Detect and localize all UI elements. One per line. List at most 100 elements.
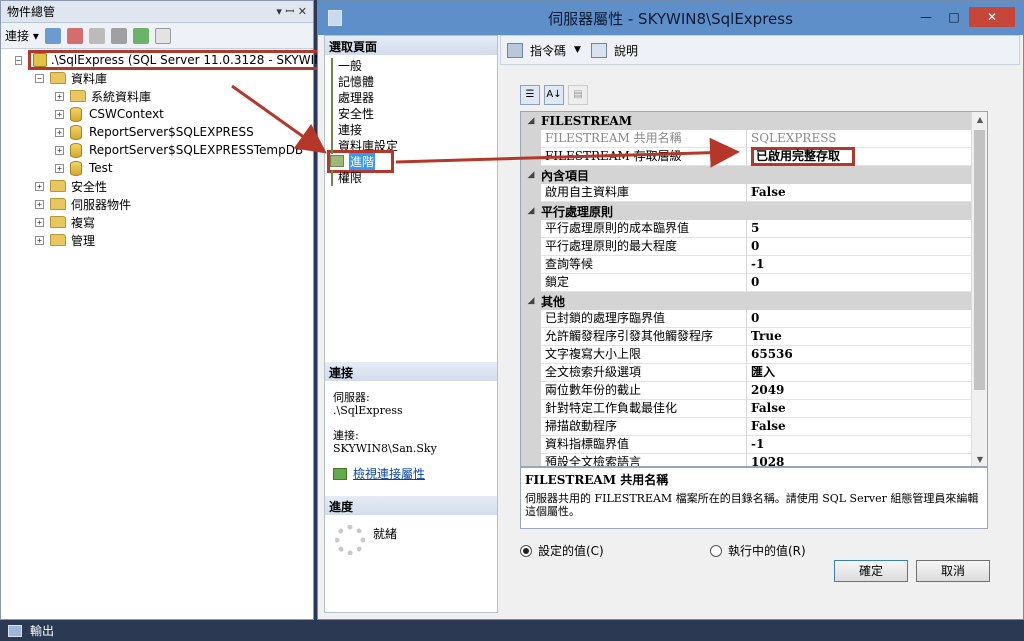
stop-icon[interactable] xyxy=(88,27,105,44)
categorized-icon[interactable]: ☰ xyxy=(520,85,540,105)
property-row[interactable]: 平行處理原則的成本臨界值 5 xyxy=(521,220,973,238)
alphabetical-icon[interactable]: A↓ xyxy=(544,85,564,105)
property-value[interactable]: 0 xyxy=(747,310,973,328)
page-item[interactable]: 權限 xyxy=(325,169,497,186)
tree-node[interactable]: + 安全性 xyxy=(1,177,313,195)
property-row[interactable]: 查詢等候 -1 xyxy=(521,256,973,274)
property-row[interactable]: 平行處理原則的最大程度 0 xyxy=(521,238,973,256)
property-value[interactable]: -1 xyxy=(747,256,973,274)
tree-node[interactable]: − 資料庫 xyxy=(1,69,313,87)
radio-unselected-icon[interactable] xyxy=(710,544,722,557)
property-row[interactable]: 兩位數年份的截止 2049 xyxy=(521,382,973,400)
collapse-triangle-icon[interactable]: ◢ xyxy=(521,206,541,216)
page-item[interactable]: 安全性 xyxy=(325,105,497,122)
collapse-triangle-icon[interactable]: ◢ xyxy=(521,170,541,180)
expand-toggle[interactable]: + xyxy=(55,163,64,173)
expand-toggle[interactable]: + xyxy=(55,127,64,137)
tree-node[interactable]: + 管理 xyxy=(1,231,313,249)
tree-node[interactable]: + ReportServer$SQLEXPRESS xyxy=(1,123,313,141)
script-dropdown-arrow[interactable]: ▼ xyxy=(574,45,581,55)
collapse-toggle[interactable]: − xyxy=(15,55,22,65)
property-row[interactable]: 針對特定工作負載最佳化 False xyxy=(521,400,973,418)
collapse-triangle-icon[interactable]: ◢ xyxy=(521,116,541,126)
tree-node[interactable]: + 伺服器物件 xyxy=(1,195,313,213)
property-pages-icon[interactable]: ▤ xyxy=(568,85,588,105)
cancel-button[interactable]: 取消 xyxy=(916,560,990,582)
collapse-triangle-icon[interactable]: ◢ xyxy=(521,296,541,306)
close-button[interactable]: ✕ xyxy=(969,7,1015,27)
scroll-down-icon[interactable]: ▼ xyxy=(972,452,987,466)
property-row[interactable]: 鎖定 0 xyxy=(521,274,973,292)
server-label: 伺服器: xyxy=(333,391,370,404)
property-value[interactable]: False xyxy=(747,184,973,202)
scroll-thumb[interactable] xyxy=(974,130,985,390)
expand-toggle[interactable]: + xyxy=(35,199,44,209)
property-value[interactable]: False xyxy=(747,400,973,418)
connect-dropdown[interactable]: 連接 ▾ xyxy=(5,27,39,44)
page-item[interactable]: 進階 xyxy=(325,149,497,173)
property-row[interactable]: FILESTREAM 存取層級 已啟用完整存取 xyxy=(521,147,973,166)
expand-toggle[interactable]: + xyxy=(55,109,64,119)
property-row[interactable]: FILESTREAM 共用名稱 SQLEXPRESS xyxy=(521,130,973,148)
tree-node[interactable]: + Test xyxy=(1,159,313,177)
tree-node[interactable]: + ReportServer$SQLEXPRESSTempDB xyxy=(1,141,313,159)
filter-icon[interactable] xyxy=(110,27,127,44)
tree-node[interactable]: + 複寫 xyxy=(1,213,313,231)
ok-button[interactable]: 確定 xyxy=(834,560,908,582)
property-category[interactable]: ◢ FILESTREAM xyxy=(521,112,973,130)
tree-node[interactable]: + CSWContext xyxy=(1,105,313,123)
radio-selected-icon[interactable] xyxy=(520,544,532,557)
property-value[interactable]: False xyxy=(747,418,973,436)
property-value[interactable]: 已啟用完整存取 xyxy=(747,147,973,166)
property-row[interactable]: 全文檢索升級選項 匯入 xyxy=(521,364,973,382)
property-row[interactable]: 預設全文檢索語言 1028 xyxy=(521,454,973,466)
running-values-radio[interactable]: 執行中的值(R) xyxy=(710,542,806,559)
property-row[interactable]: 文字複寫大小上限 65536 xyxy=(521,346,973,364)
help-button[interactable]: 說明 xyxy=(614,42,638,59)
property-value[interactable]: 65536 xyxy=(747,346,973,364)
refresh-icon[interactable] xyxy=(132,27,149,44)
property-value[interactable]: 匯入 xyxy=(747,364,973,382)
property-row[interactable]: 啟用自主資料庫 False xyxy=(521,184,973,202)
expand-toggle[interactable]: + xyxy=(55,91,64,101)
page-item[interactable]: 處理器 xyxy=(325,89,497,106)
access-level-annotation[interactable]: 已啟用完整存取 xyxy=(751,147,856,166)
property-value[interactable]: 0 xyxy=(747,274,973,292)
activity-monitor-icon[interactable] xyxy=(154,27,171,44)
property-row[interactable]: 資料指標臨界值 -1 xyxy=(521,436,973,454)
property-value[interactable]: 0 xyxy=(747,238,973,256)
page-item[interactable]: 一般 xyxy=(325,57,497,74)
property-value[interactable]: 5 xyxy=(747,220,973,238)
scroll-up-icon[interactable]: ▲ xyxy=(972,112,987,128)
property-row[interactable]: 已封鎖的處理序臨界值 0 xyxy=(521,310,973,328)
disconnect-icon[interactable] xyxy=(66,27,83,44)
property-row[interactable]: 允許觸發程序引發其他觸發程序 True xyxy=(521,328,973,346)
expand-toggle[interactable]: + xyxy=(55,145,64,155)
expand-toggle[interactable]: − xyxy=(35,73,44,83)
server-node[interactable]: − .\SqlExpress (SQL Server 11.0.3128 - S… xyxy=(1,50,336,70)
configured-values-radio[interactable]: 設定的值(C) xyxy=(520,542,710,559)
panel-controls[interactable]: ▾ ꟷ ✕ xyxy=(270,4,307,19)
connect-server-icon[interactable] xyxy=(44,27,61,44)
expand-toggle[interactable]: + xyxy=(35,181,44,191)
script-button[interactable]: 指令碼 xyxy=(530,42,566,59)
property-value[interactable]: 2049 xyxy=(747,382,973,400)
maximize-button[interactable]: □ xyxy=(941,7,967,27)
tree-node[interactable]: + 系統資料庫 xyxy=(1,87,313,105)
property-grid-scrollbar[interactable]: ▲ ▼ xyxy=(971,112,987,466)
expand-toggle[interactable]: + xyxy=(35,235,44,245)
property-category[interactable]: ◢ 平行處理原則 xyxy=(521,202,973,220)
output-tab[interactable]: 輸出 xyxy=(0,620,1024,641)
panel-controls-glyph[interactable]: ▾ ꟷ ✕ xyxy=(276,5,307,18)
property-value[interactable]: 1028 xyxy=(747,454,973,466)
view-connection-properties-link[interactable]: 檢視連接屬性 xyxy=(333,465,489,482)
page-item[interactable]: 連接 xyxy=(325,121,497,138)
expand-toggle[interactable]: + xyxy=(35,217,44,227)
minimize-button[interactable]: — xyxy=(913,7,939,27)
property-category[interactable]: ◢ 其他 xyxy=(521,292,973,310)
property-value[interactable]: True xyxy=(747,328,973,346)
property-row[interactable]: 掃描啟動程序 False xyxy=(521,418,973,436)
page-item[interactable]: 記憶體 xyxy=(325,73,497,90)
property-value[interactable]: -1 xyxy=(747,436,973,454)
property-category[interactable]: ◢ 內含項目 xyxy=(521,166,973,184)
